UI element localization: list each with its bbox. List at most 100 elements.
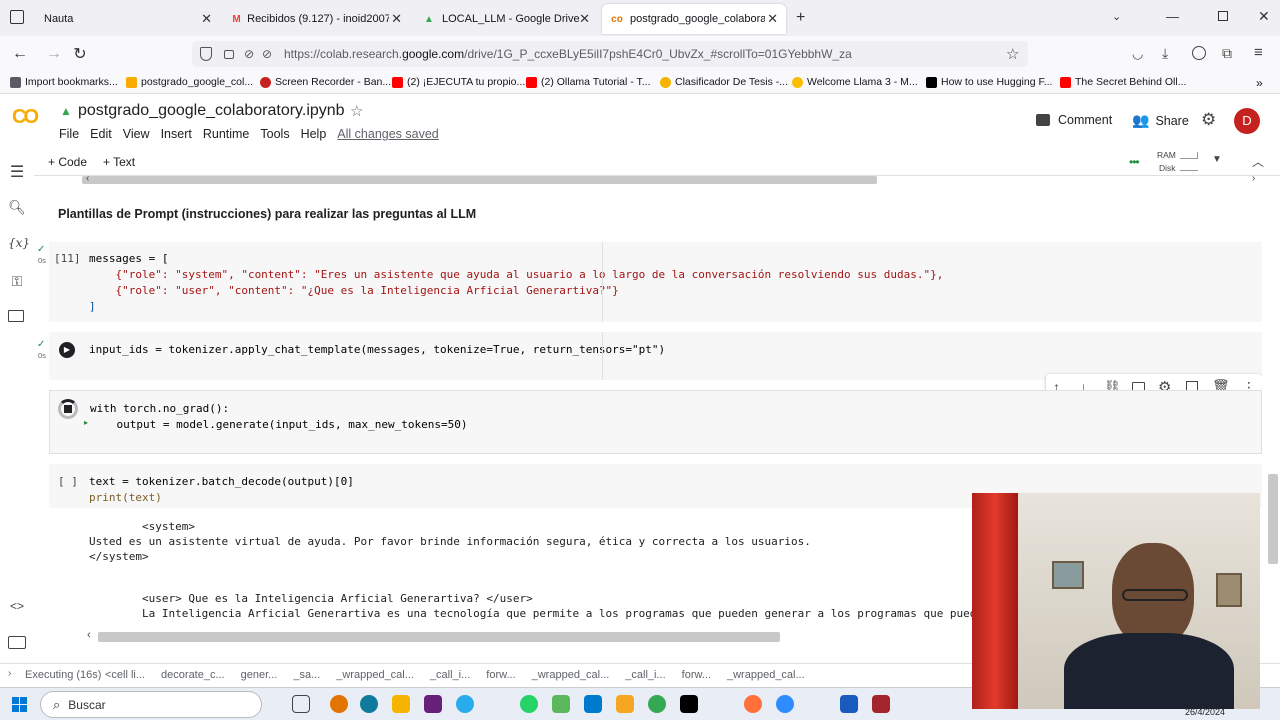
scroll-left-icon[interactable]: ‹ [87, 629, 91, 641]
stack-frame[interactable]: _wrapped_cal... [532, 669, 610, 681]
stack-frame[interactable]: decorate_c... [161, 669, 225, 681]
close-tab-icon[interactable]: ✕ [201, 11, 212, 27]
more-bookmarks-icon[interactable]: » [1256, 76, 1263, 90]
bookmark-ejecuta[interactable]: (2) ¡EJECUTA tu propio... [392, 76, 525, 88]
menu-file[interactable]: File [59, 127, 79, 141]
resources-dropdown-icon[interactable]: ▼ [1212, 154, 1222, 165]
bookmark-secret[interactable]: The Secret Behind Oll... [1060, 76, 1186, 88]
stack-frame[interactable]: <cell li... [105, 669, 145, 681]
tab-drive[interactable]: ▲ LOCAL_LLM - Google Drive ✕ [414, 4, 598, 34]
edge-icon[interactable] [360, 695, 378, 713]
search-icon[interactable]: 🔍︎ [8, 199, 26, 217]
tab-colab[interactable]: co postgrado_google_colaborato ✕ [602, 4, 786, 34]
scroll-left-icon[interactable]: ‹ [86, 176, 89, 184]
url-bar[interactable]: https://colab.research. google.com/drive/… [192, 41, 1028, 67]
snipping-tool-icon[interactable] [552, 695, 570, 713]
expand-status-icon[interactable]: › [8, 668, 11, 679]
run-cell-button[interactable]: ▶ [59, 342, 75, 358]
downloads-icon[interactable]: ⤓ [1162, 45, 1168, 62]
close-window-icon[interactable]: ✕ [1258, 8, 1270, 25]
stack-frame[interactable]: forw... [486, 669, 515, 681]
menu-edit[interactable]: Edit [90, 127, 112, 141]
windows-start-icon[interactable] [12, 697, 27, 712]
code-cell-input-ids[interactable]: ✓ 0s ▶ input_ids = tokenizer.apply_chat_… [37, 332, 1262, 380]
add-text-button[interactable]: + Text [103, 155, 135, 169]
account-icon[interactable] [1192, 46, 1206, 60]
code-snippets-icon[interactable]: <> [8, 599, 26, 617]
code-cell-messages[interactable]: ✓ 0s [11] messages = [ {"role": "system"… [37, 242, 1262, 322]
telegram-icon[interactable] [456, 695, 474, 713]
winrar-icon[interactable] [872, 695, 890, 713]
settings-gear-icon[interactable]: ⚙ [1201, 110, 1216, 130]
files-folder-icon[interactable] [8, 310, 24, 322]
secrets-key-icon[interactable]: ⚿ [8, 273, 26, 291]
bookmark-clasificador[interactable]: Clasificador De Tesis -... [660, 76, 788, 88]
minimize-icon[interactable]: — [1166, 9, 1179, 24]
code-cell-generate[interactable]: ▸ with torch.no_grad(): output = model.g… [49, 390, 1262, 454]
extensions-icon[interactable]: ⧉ [1222, 45, 1232, 62]
stack-frame[interactable]: _call_i... [625, 669, 665, 681]
bookmark-star-icon[interactable]: ☆ [1006, 45, 1019, 63]
stack-frame[interactable]: forw... [682, 669, 711, 681]
close-tab-icon[interactable]: ✕ [765, 11, 778, 27]
close-tab-icon[interactable]: ✕ [389, 11, 402, 27]
runtime-connected-icon[interactable]: ••• [1129, 155, 1140, 169]
zoom-icon[interactable] [776, 695, 794, 713]
menu-tools[interactable]: Tools [260, 127, 289, 141]
taskbar-search[interactable]: ⌕ Buscar [40, 691, 262, 718]
close-tab-icon[interactable]: ✕ [579, 11, 590, 27]
lock-icon[interactable] [224, 50, 234, 59]
visual-studio-icon[interactable] [424, 695, 442, 713]
bookmark-colab[interactable]: postgrado_google_col... [126, 76, 253, 88]
pycharm-icon[interactable] [680, 695, 698, 713]
forward-icon[interactable]: → [44, 44, 64, 64]
horizontal-scrollbar-top[interactable] [82, 176, 877, 184]
bookmark-ollama[interactable]: (2) Ollama Tutorial - T... [526, 76, 651, 88]
command-palette-icon[interactable] [8, 636, 26, 649]
star-icon[interactable]: ☆ [350, 102, 363, 120]
avatar[interactable]: D [1234, 108, 1260, 134]
stop-execution-icon[interactable] [58, 399, 78, 419]
stack-frame[interactable]: gener... [241, 669, 278, 681]
search-app-icon[interactable] [330, 695, 348, 713]
output-horizontal-scrollbar[interactable] [98, 632, 780, 642]
whatsapp-icon[interactable] [520, 695, 538, 713]
app-icon[interactable] [616, 695, 634, 713]
notebook-title[interactable]: postgrado_google_colaboratory.ipynb [78, 102, 345, 120]
stack-frame[interactable]: _wrapped_cal... [336, 669, 414, 681]
chrome-icon[interactable] [648, 695, 666, 713]
reload-icon[interactable]: ↻ [70, 44, 90, 64]
vertical-scrollbar[interactable] [1262, 176, 1268, 663]
vscode-icon[interactable] [584, 695, 602, 713]
collapse-header-icon[interactable]: ︿ [1252, 153, 1264, 170]
camera-blocked-icon[interactable]: ⊘ [262, 47, 272, 61]
colab-logo[interactable]: CO [12, 106, 39, 129]
back-icon[interactable]: ← [10, 44, 30, 64]
bookmark-llama3[interactable]: Welcome Llama 3 - M... [792, 76, 918, 88]
firefox-icon[interactable] [744, 695, 762, 713]
share-button[interactable]: 👥 Share [1132, 112, 1189, 129]
scroll-right-icon[interactable]: › [1252, 176, 1255, 184]
task-view-icon[interactable] [292, 695, 310, 713]
bookmark-hugging[interactable]: How to use Hugging F... [926, 76, 1052, 88]
stack-frame[interactable]: _wrapped_cal... [727, 669, 805, 681]
comment-button[interactable]: Comment [1036, 113, 1112, 127]
stack-frame[interactable]: _sa... [293, 669, 320, 681]
restore-icon[interactable] [1218, 11, 1228, 21]
tracking-shield-icon[interactable] [200, 47, 212, 61]
menu-insert[interactable]: Insert [161, 127, 192, 141]
variables-icon[interactable]: {x} [8, 236, 30, 254]
word-icon[interactable] [840, 695, 858, 713]
pocket-icon[interactable]: ◡ [1132, 46, 1143, 62]
bookmark-screen-recorder[interactable]: Screen Recorder - Ban... [260, 76, 391, 88]
tab-list-icon[interactable] [10, 10, 24, 24]
menu-icon[interactable]: ≡ [1254, 44, 1263, 61]
list-all-tabs-icon[interactable]: ⌄ [1112, 10, 1121, 23]
menu-runtime[interactable]: Runtime [203, 127, 250, 141]
save-status[interactable]: All changes saved [337, 127, 438, 141]
file-explorer-icon[interactable] [392, 695, 410, 713]
add-code-button[interactable]: + Code [48, 155, 87, 169]
menu-help[interactable]: Help [301, 127, 327, 141]
permissions-icon[interactable]: ⊘ [244, 47, 254, 61]
menu-view[interactable]: View [123, 127, 150, 141]
